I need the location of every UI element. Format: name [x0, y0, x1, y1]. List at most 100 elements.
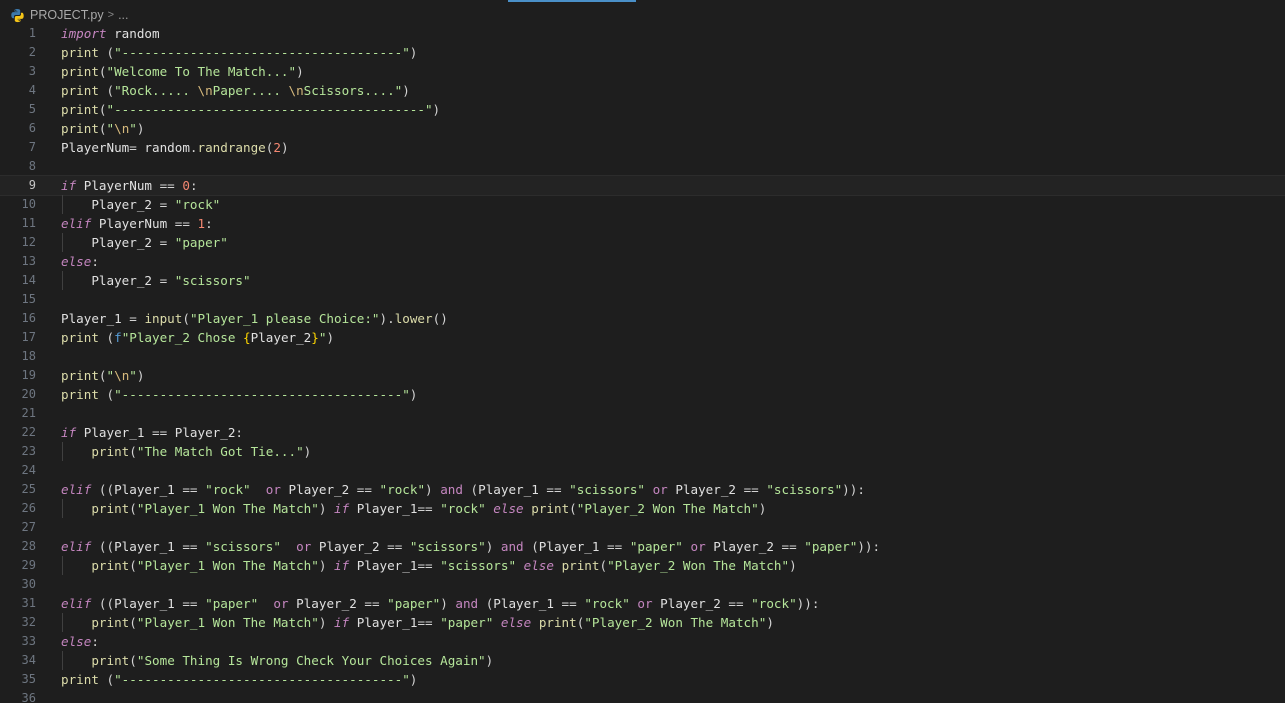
code-token: else [500, 615, 532, 630]
code-line[interactable]: 25 elif ((Player_1 == "rock" or Player_2 … [0, 480, 1285, 499]
line-number: 10 [21, 197, 36, 211]
code-token: "-------------------------------------" [114, 387, 410, 402]
line-number: 5 [28, 102, 36, 116]
code-line[interactable]: 18 [0, 347, 1285, 366]
code-line[interactable]: 16 Player_1 = input("Player_1 please Choi… [0, 309, 1285, 328]
code-token: "Player_2 Won The Match" [584, 615, 767, 630]
code-line[interactable]: 1 import random [0, 24, 1285, 43]
code-token: Player_2 [61, 273, 160, 288]
code-line[interactable]: 19 print("\n") [0, 366, 1285, 385]
code-text: elif ((Player_1 == "scissors" or Player_… [61, 537, 880, 556]
code-token: "rock" [584, 596, 630, 611]
code-token: == [781, 539, 797, 554]
code-line[interactable]: 3 print("Welcome To The Match...") [0, 62, 1285, 81]
line-number: 34 [21, 653, 36, 667]
code-token: "Some Thing Is Wrong Check Your Choices … [136, 653, 486, 668]
code-token: Player_2 [61, 235, 160, 250]
line-number: 21 [21, 406, 36, 420]
code-line[interactable]: 7 PlayerNum= random.randrange(2) [0, 138, 1285, 157]
code-line[interactable]: 15 [0, 290, 1285, 309]
code-token: ) [409, 672, 418, 687]
code-line[interactable]: 24 [0, 461, 1285, 480]
code-token: random [144, 140, 190, 155]
code-token: if [61, 178, 77, 193]
code-token: print [538, 615, 577, 630]
code-line[interactable]: 23 print("The Match Got Tie...") [0, 442, 1285, 461]
code-token: == [743, 482, 759, 497]
code-line[interactable]: 10 Player_2 = "rock" [0, 195, 1285, 214]
code-line[interactable]: 28 elif ((Player_1 == "scissors" or Playe… [0, 537, 1285, 556]
code-line[interactable]: 13 else: [0, 252, 1285, 271]
code-editor[interactable]: 1 import random 2 print ("-----------------… [0, 24, 1285, 703]
code-line[interactable]: 30 [0, 575, 1285, 594]
code-token: lower [394, 311, 433, 326]
code-line[interactable]: 21 [0, 404, 1285, 423]
code-token: Player_2 [288, 596, 365, 611]
code-line[interactable]: 34 print("Some Thing Is Wrong Check Your… [0, 651, 1285, 670]
code-line[interactable]: 33 else: [0, 632, 1285, 651]
code-line[interactable]: 5 print("--------------------------------… [0, 100, 1285, 119]
breadcrumb-more[interactable]: ... [118, 8, 128, 22]
code-line[interactable]: 36 [0, 689, 1285, 703]
code-token: ) [432, 102, 441, 117]
code-line[interactable]: 31 elif ((Player_1 == "paper" or Player_2… [0, 594, 1285, 613]
code-token: "scissors" [569, 482, 645, 497]
code-token: : [872, 539, 881, 554]
code-token: (( [91, 539, 115, 554]
code-token: "-------------------------------------" [114, 672, 410, 687]
code-token: elif [61, 539, 92, 554]
line-number: 19 [21, 368, 36, 382]
code-token: Player_2 [167, 425, 236, 440]
code-token: == [182, 539, 198, 554]
code-line[interactable]: 35 print ("------------------------------… [0, 670, 1285, 689]
code-line[interactable]: 20 print ("------------------------------… [0, 385, 1285, 404]
code-token: ( [98, 64, 107, 79]
line-number: 24 [21, 463, 36, 477]
code-token: )) [796, 596, 812, 611]
code-line[interactable]: 14 Player_2 = "scissors" [0, 271, 1285, 290]
code-line[interactable]: 6 print("\n") [0, 119, 1285, 138]
code-line[interactable]: 32 print("Player_1 Won The Match") if Pl… [0, 613, 1285, 632]
code-line[interactable]: 12 Player_2 = "paper" [0, 233, 1285, 252]
code-line[interactable]: 2 print ("-------------------------------… [0, 43, 1285, 62]
code-token: "-------------------------------------" [114, 45, 410, 60]
breadcrumb-file[interactable]: PROJECT.py [30, 8, 104, 22]
line-number: 16 [21, 311, 36, 325]
code-token: ( [98, 45, 115, 60]
code-text: elif PlayerNum == 1: [61, 214, 213, 233]
code-token: "Rock..... [114, 83, 198, 98]
code-text: Player_2 = "paper" [61, 233, 228, 252]
code-token: random [106, 26, 160, 41]
code-token: : [235, 425, 244, 440]
code-token: == [174, 216, 190, 231]
code-line[interactable]: 11 elif PlayerNum == 1: [0, 214, 1285, 233]
code-token: == [356, 482, 372, 497]
code-token: ( [599, 558, 608, 573]
line-number: 28 [21, 539, 36, 553]
code-token: ( [98, 83, 115, 98]
code-token: PlayerNum [61, 140, 130, 155]
code-line[interactable]: 22 if Player_1 == Player_2: [0, 423, 1285, 442]
code-line[interactable]: 4 print ("Rock..... \nPaper.... \nScissor… [0, 81, 1285, 100]
code-line[interactable]: 17 print (f"Player_2 Chose {Player_2}") [0, 328, 1285, 347]
code-line[interactable]: 9 if PlayerNum == 0: [0, 175, 1285, 196]
code-token: Player_1 [538, 539, 608, 554]
code-token: or [296, 539, 312, 554]
code-line[interactable]: 8 [0, 157, 1285, 176]
code-line[interactable]: 26 print("Player_1 Won The Match") if Pl… [0, 499, 1285, 518]
python-file-icon [10, 8, 25, 23]
code-token: print [61, 83, 99, 98]
code-token: else [493, 501, 524, 516]
code-line[interactable]: 27 [0, 518, 1285, 537]
code-token: ) [318, 615, 335, 630]
code-token: == [728, 596, 744, 611]
code-token: else [61, 634, 92, 649]
code-line[interactable]: 29 print("Player_1 Won The Match") if Pl… [0, 556, 1285, 575]
